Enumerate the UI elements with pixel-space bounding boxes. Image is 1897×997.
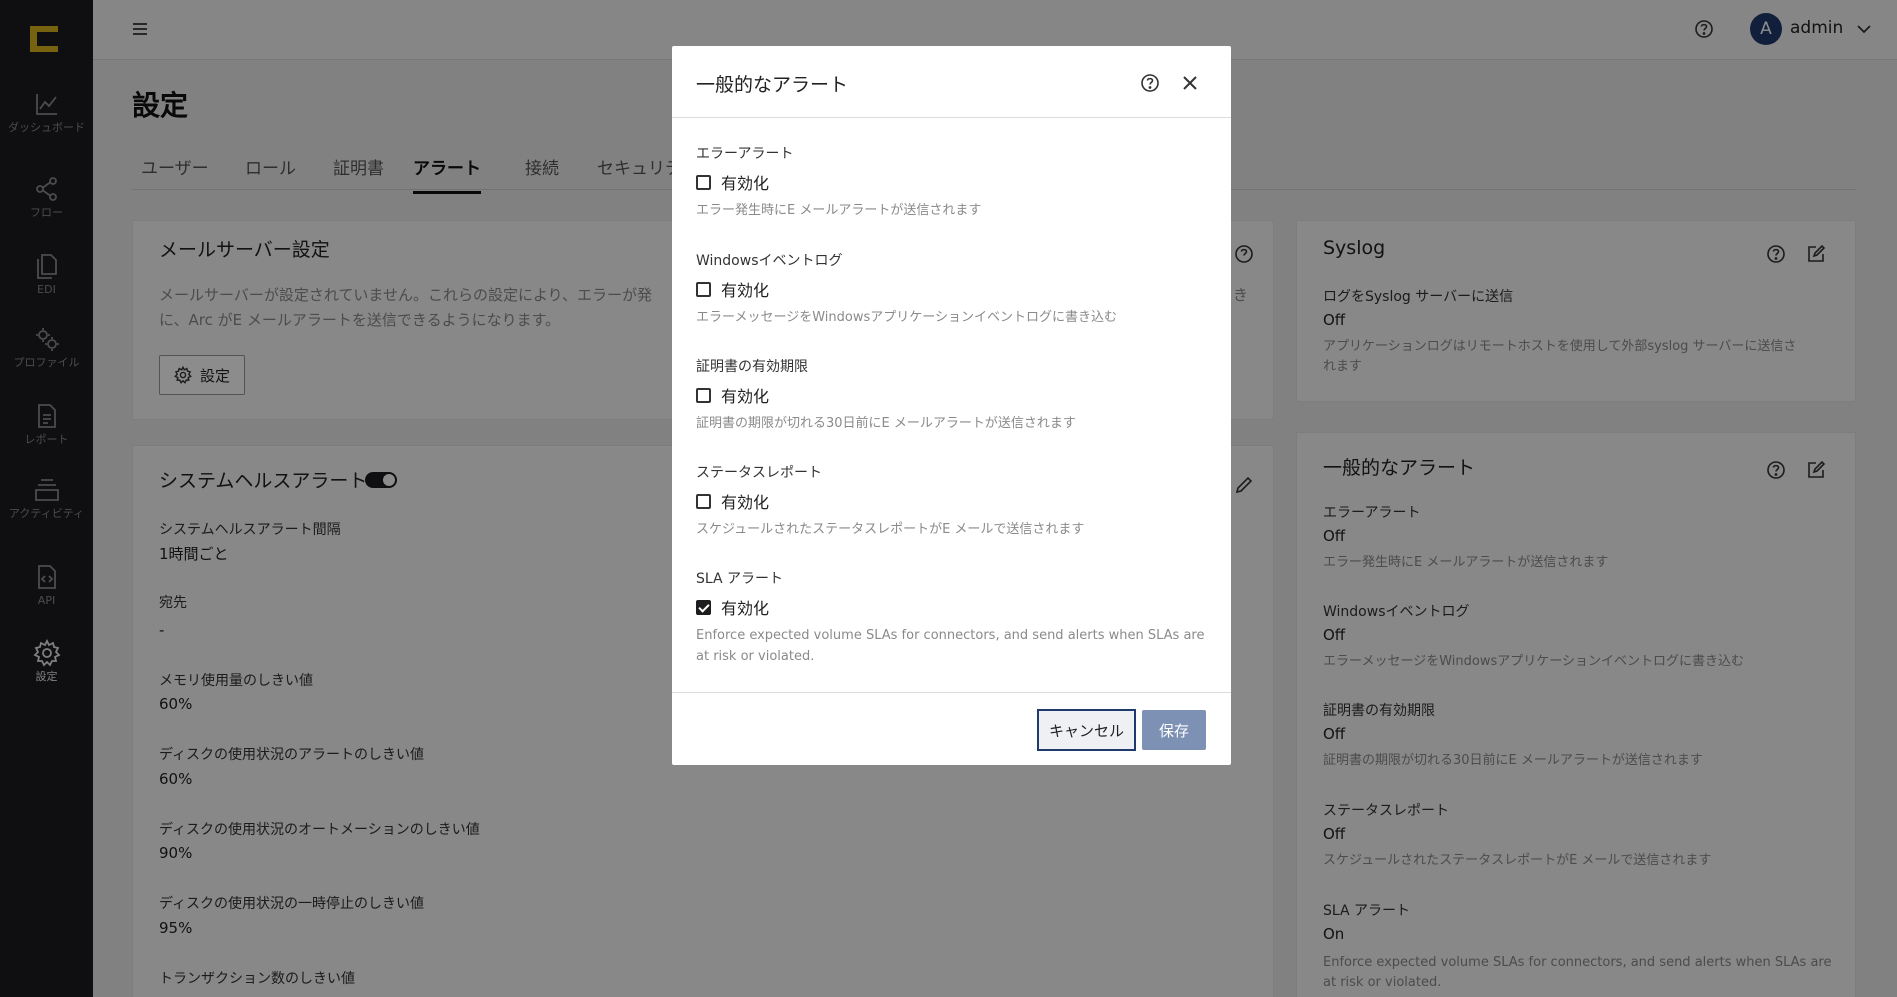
checkbox[interactable] [696,281,711,297]
checkbox-label: 有効化 [721,387,770,406]
section-desc: スケジュールされたステータスレポートがE メールで送信されます [696,522,1085,537]
help-icon[interactable] [1139,72,1161,94]
enable-error-alert-checkbox[interactable]: 有効化 [696,170,769,194]
section-desc: Enforce expected volume SLAs for connect… [696,628,1205,643]
checkbox-label: 有効化 [721,281,770,300]
section-desc: エラーメッセージをWindowsアプリケーションイベントログに書き込む [696,310,1117,325]
section-title: 証明書の有効期限 [696,359,808,375]
enable-status-report-checkbox[interactable]: 有効化 [696,489,769,513]
checkbox-label: 有効化 [721,493,770,512]
save-button[interactable]: 保存 [1142,710,1206,750]
enable-cert-expiry-checkbox[interactable]: 有効化 [696,383,769,407]
section-title: Windowsイベントログ [696,253,843,269]
checkbox-label: 有効化 [721,174,770,193]
checkbox[interactable] [696,599,711,615]
checkbox[interactable] [696,387,711,403]
modal-footer: キャンセル 保存 [672,692,1231,765]
general-alerts-modal: 一般的なアラート エラーアラート 有効化 エラー発生時にE メールアラートが送信… [672,46,1231,765]
enable-sla-alert-checkbox[interactable]: 有効化 [696,595,769,619]
modal-title: 一般的なアラート [696,74,849,96]
checkbox-label: 有効化 [721,599,770,618]
section-title: ステータスレポート [696,465,822,481]
section-title: エラーアラート [696,146,794,162]
cancel-button[interactable]: キャンセル [1037,709,1136,751]
section-desc: 証明書の期限が切れる30日前にE メールアラートが送信されます [696,416,1076,431]
checkbox[interactable] [696,174,711,190]
close-icon[interactable] [1179,72,1201,94]
section-title: SLA アラート [696,571,784,587]
section-desc: at risk or violated. [696,649,815,664]
modal-header: 一般的なアラート [672,46,1231,118]
checkbox[interactable] [696,493,711,509]
section-desc: エラー発生時にE メールアラートが送信されます [696,203,982,218]
enable-windows-eventlog-checkbox[interactable]: 有効化 [696,277,769,301]
